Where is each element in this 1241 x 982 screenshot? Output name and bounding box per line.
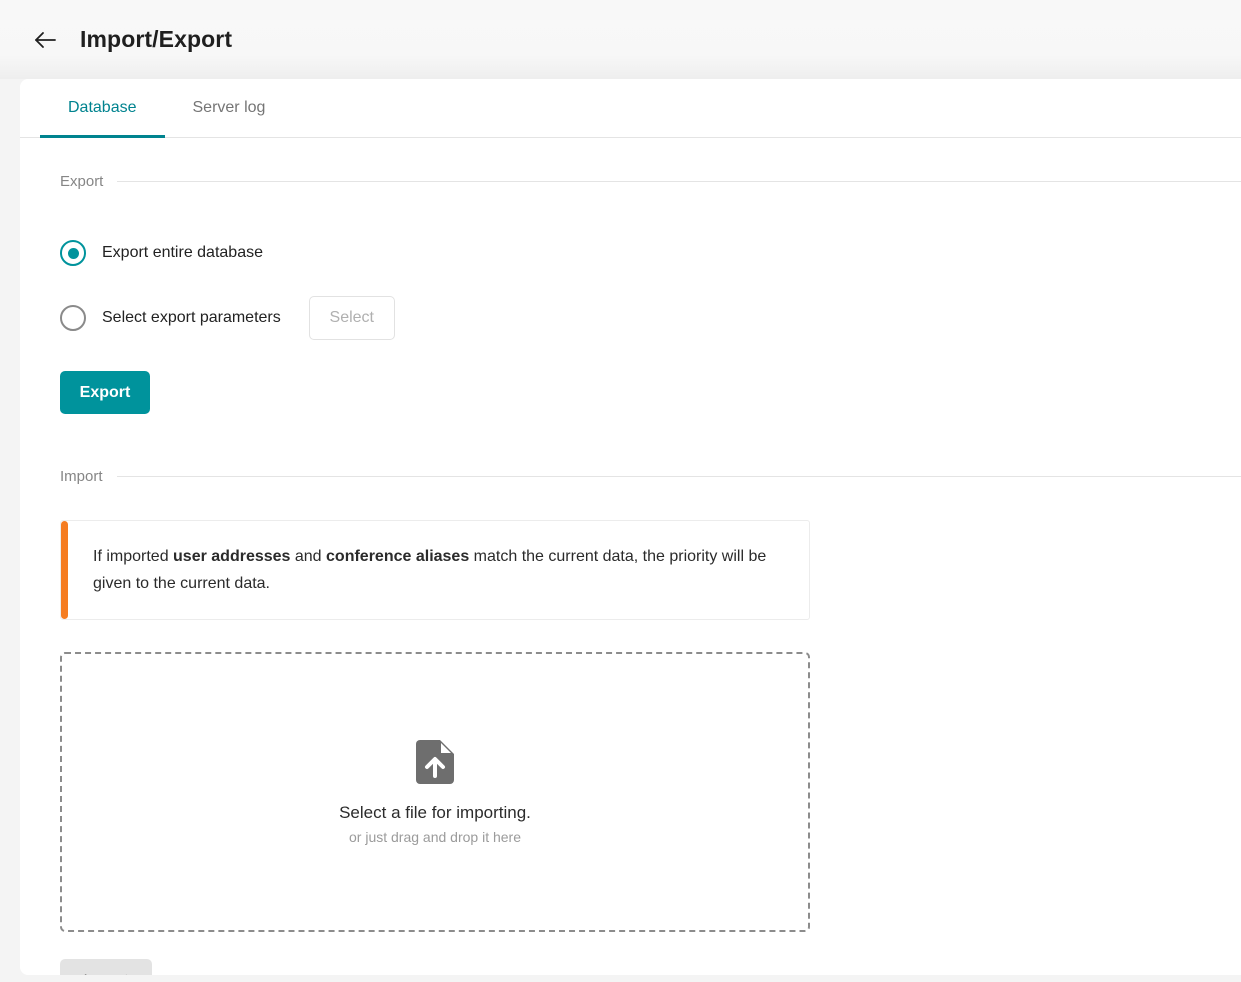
section-divider [116,476,1241,477]
import-notice: If imported user addresses and conferenc… [60,520,810,620]
radio-row-entire-database[interactable]: Export entire database [60,233,1241,273]
card-body: Export Export entire database Select exp… [20,173,1241,975]
tab-database[interactable]: Database [40,79,165,138]
dropzone-primary-text: Select a file for importing. [339,802,531,822]
back-button[interactable] [28,23,62,57]
file-dropzone[interactable]: Select a file for importing. or just dra… [60,652,810,932]
export-section-header: Export [60,173,1241,190]
radio-entire-database[interactable] [60,240,86,266]
import-export-page: Import/Export Database Server log Export… [0,0,1241,982]
section-divider [117,181,1241,182]
import-button[interactable]: Import [60,959,152,975]
notice-text-1: If imported [93,548,174,565]
select-parameters-button[interactable]: Select [308,296,395,340]
top-header: Import/Export [0,0,1241,79]
export-section-label: Export [60,173,104,190]
dropzone-secondary-text: or just drag and drop it here [349,828,521,845]
import-notice-text: If imported user addresses and conferenc… [93,543,785,597]
notice-text-2: and [290,548,327,565]
radio-entire-database-label: Export entire database [102,244,263,261]
notice-bold-user-addresses: user addresses [173,548,291,565]
radio-row-export-parameters[interactable]: Select export parameters Select [60,296,1241,340]
page-title: Import/Export [80,26,233,52]
radio-export-parameters-label: Select export parameters [102,309,281,326]
export-button[interactable]: Export [60,371,150,414]
notice-bold-conference-aliases: conference aliases [326,548,470,565]
arrow-left-icon [35,31,56,48]
tab-server-log[interactable]: Server log [165,79,294,137]
file-upload-icon [416,739,454,784]
content-card: Database Server log Export Export entire… [20,79,1241,975]
import-section-header: Import [60,468,1241,485]
tab-bar: Database Server log [20,79,1241,138]
import-section-label: Import [60,468,103,485]
radio-export-parameters[interactable] [60,305,86,331]
